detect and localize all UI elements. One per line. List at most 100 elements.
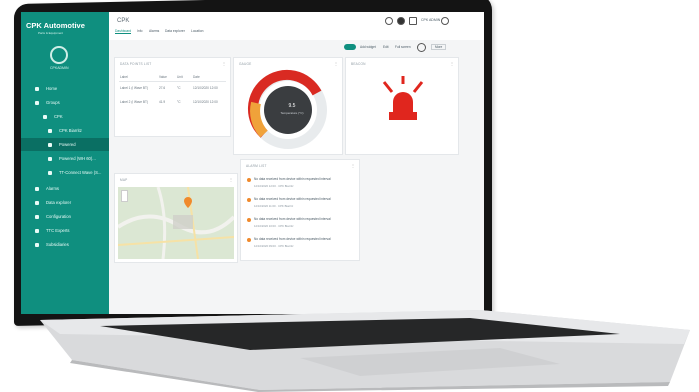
app-logo-subtitle: Parts & Equipment <box>38 31 64 35</box>
more-options-icon[interactable]: ⋮ <box>222 61 226 66</box>
sidebar-item-label: Powered <box>59 142 76 147</box>
column-header: Value <box>159 75 167 79</box>
help-icon[interactable] <box>397 17 405 25</box>
folder-icon <box>43 114 47 119</box>
divider <box>119 81 226 82</box>
screen: CPK Automotive Parts & Equipment CPKADMI… <box>21 12 484 314</box>
device-icon <box>48 156 52 161</box>
card-title: BEACON <box>351 62 366 66</box>
table-cell: 12/10/2020 12:00 <box>193 86 218 90</box>
sidebar-item-subsidiaries[interactable]: Subsidiaries <box>21 238 109 251</box>
alarm-meta: 12/10/2020 12:00 · CPK Biarritz <box>254 184 294 188</box>
sidebar-item-label: Configuration <box>46 214 71 219</box>
tab-location[interactable]: Location <box>191 29 203 33</box>
sidebar-item-label: TTC Experts <box>46 228 70 233</box>
sidebar-item-groups[interactable]: Groups <box>21 96 109 109</box>
beacon-card: BEACON ⋮ <box>345 57 459 155</box>
alarm-item[interactable]: No data received from device within requ… <box>247 196 353 212</box>
more-options-icon[interactable]: ⋮ <box>450 61 454 66</box>
alarm-item[interactable]: No data received from device within requ… <box>247 216 353 232</box>
alarm-text: No data received from device within requ… <box>254 217 331 221</box>
sidebar-item-label: Groups <box>46 100 60 105</box>
alarm-item[interactable]: No data received from device within requ… <box>247 176 353 192</box>
sidebar-item-label: Alarms <box>46 186 60 191</box>
sidebar-item-label: Home <box>46 86 58 91</box>
gear-icon <box>35 214 39 219</box>
sidebar-item-cpk-biarritz[interactable]: CPK Biarritz <box>21 124 109 137</box>
gauge-value: 9.5 <box>288 103 296 109</box>
tab-dashboard[interactable]: Dashboard <box>115 29 132 34</box>
sidebar-item-label: CPK <box>54 114 63 119</box>
chart-icon <box>35 200 39 205</box>
device-icon <box>48 170 52 175</box>
alarm-meta: 12/10/2020 09:00 · CPK Biarritz <box>254 244 294 248</box>
warning-icon <box>247 218 251 222</box>
more-dropdown[interactable]: More <box>431 44 447 50</box>
alarm-text: No data received from device within requ… <box>254 237 331 241</box>
zoom-control[interactable] <box>121 190 128 202</box>
sidebar-item-alarms[interactable]: Alarms <box>21 182 109 195</box>
folder-icon <box>35 100 39 105</box>
more-options-icon[interactable]: ⋮ <box>229 177 233 182</box>
table-cell: Label 1 (i Wave BT) <box>120 86 149 90</box>
alarm-item[interactable]: No data received from device within requ… <box>247 236 353 252</box>
search-icon[interactable] <box>385 17 393 25</box>
grid-icon <box>35 228 39 233</box>
header-user-name[interactable]: CPK ADMIN <box>421 18 440 22</box>
tab-data-explorer[interactable]: Data explorer <box>165 29 185 33</box>
pause-icon[interactable] <box>417 43 426 52</box>
app-logo: CPK Automotive <box>26 21 85 30</box>
table-cell: 12/10/2020 12:00 <box>193 100 218 104</box>
table-cell: °C <box>177 100 181 104</box>
table-cell: 41.9 <box>159 100 166 104</box>
card-title: ALARM LIST <box>246 164 267 168</box>
gauge-unit: Temperature (°C) <box>280 111 304 115</box>
user-label: CPKADMIN <box>50 66 69 70</box>
card-title: GAUGE <box>239 62 252 66</box>
alarm-text: No data received from device within requ… <box>254 197 331 201</box>
tab-alarms[interactable]: Alarms <box>149 29 159 33</box>
sidebar-item-tt-connect[interactable]: TT-Connect Wave (S... <box>21 166 109 179</box>
alarm-meta: 12/10/2020 11:00 · CPK Biarritz <box>254 204 294 208</box>
alarm-beacon-icon <box>382 76 424 120</box>
page-title: CPK <box>117 18 130 24</box>
edit-button[interactable]: Edit <box>383 45 389 49</box>
user-avatar-icon[interactable] <box>441 17 449 25</box>
folder-icon <box>48 128 52 133</box>
table-cell: 27.6 <box>159 86 166 90</box>
more-options-icon[interactable]: ⋮ <box>334 61 338 66</box>
sidebar-item-home[interactable]: Home <box>21 82 109 95</box>
data-points-card: DATA POINTS LIST ⋮ Label Value Unit Date… <box>114 57 231 137</box>
sidebar-item-label: TT-Connect Wave (S... <box>59 170 102 175</box>
home-icon <box>35 86 39 91</box>
card-title: MAP <box>120 178 128 182</box>
warning-icon <box>247 238 251 242</box>
table-icon <box>35 242 39 247</box>
sidebar-item-cpk[interactable]: CPK <box>21 110 109 123</box>
sidebar-item-powered-wh[interactable]: Powered (WH 60)... <box>21 152 109 165</box>
user-avatar-icon[interactable] <box>50 46 68 64</box>
gauge-dial <box>247 69 327 149</box>
bell-icon <box>35 186 39 191</box>
sidebar-item-ttc-experts[interactable]: TTC Experts <box>21 224 109 237</box>
column-header: Unit <box>177 75 183 79</box>
table-cell: °C <box>177 86 181 90</box>
warning-icon <box>247 198 251 202</box>
edit-mode-toggle[interactable] <box>344 44 356 50</box>
column-header: Label <box>120 75 128 79</box>
sidebar-item-configuration[interactable]: Configuration <box>21 210 109 223</box>
sidebar-item-data-explorer[interactable]: Data explorer <box>21 196 109 209</box>
menu-icon[interactable] <box>409 17 417 25</box>
top-header: CPK Dashboard Info Alarms Data explorer … <box>109 12 484 41</box>
laptop-base <box>40 310 690 392</box>
full-screen-button[interactable]: Full screen <box>395 45 411 49</box>
card-title: DATA POINTS LIST <box>120 62 152 66</box>
add-widget-button[interactable]: Add widget <box>360 45 376 49</box>
map-view[interactable] <box>118 187 234 259</box>
dashboard-toolbar: Add widget Edit Full screen More <box>109 40 484 54</box>
sidebar-item-label: Powered (WH 60)... <box>59 156 96 161</box>
sidebar-item-powered[interactable]: Powered <box>21 138 109 151</box>
sidebar-item-label: CPK Biarritz <box>59 128 82 133</box>
tab-info[interactable]: Info <box>137 29 143 33</box>
more-options-icon[interactable]: ⋮ <box>351 163 355 168</box>
